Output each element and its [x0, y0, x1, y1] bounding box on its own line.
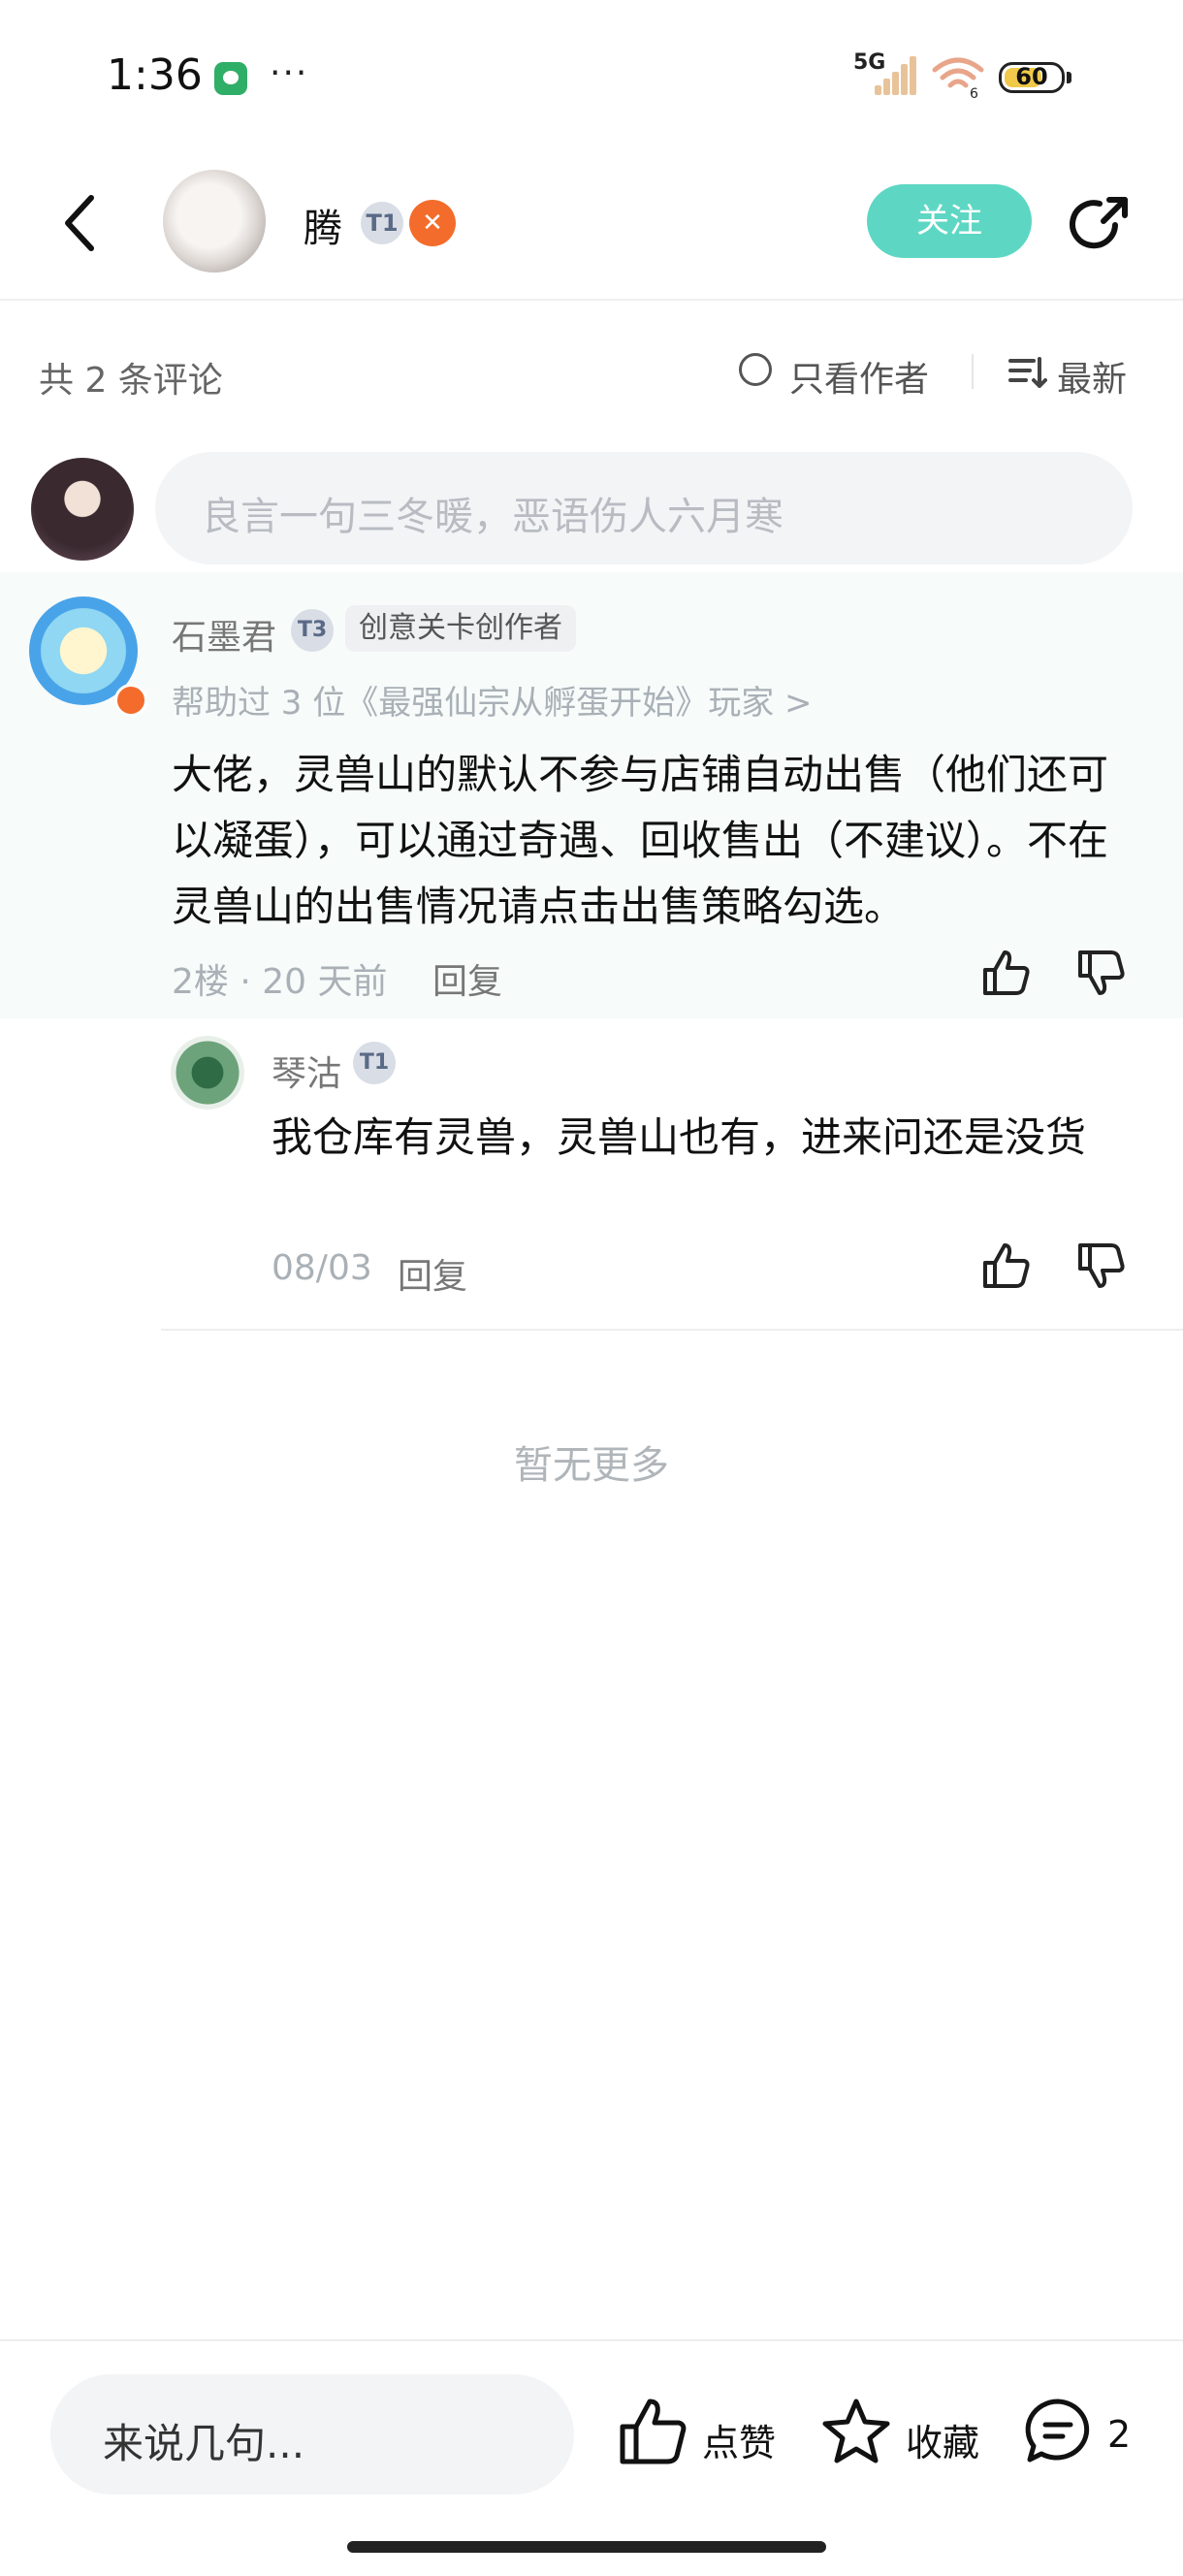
radio-icon [739, 353, 772, 386]
comment-count-label: 共 2 条评论 [39, 361, 223, 401]
author-avatar[interactable] [163, 170, 266, 273]
like-label: 点赞 [702, 2422, 777, 2464]
my-avatar [31, 458, 134, 561]
battery-tip [1067, 72, 1071, 83]
thumbs-up-icon [620, 2399, 687, 2464]
creator-tag: 创意关卡创作者 [345, 605, 576, 652]
comment-input[interactable]: 良言一句三冬暖，恶语伤人六月寒 [155, 452, 1133, 564]
wifi-icon: 6 [932, 57, 984, 99]
level-badge: T1 [353, 1042, 396, 1084]
reply-date: 08/03 [272, 1248, 372, 1288]
thumbs-down-icon[interactable] [1076, 949, 1127, 997]
game-badge-icon: ✕ [409, 200, 456, 246]
battery-level: 60 [1015, 63, 1048, 90]
author-name[interactable]: 腾 [304, 197, 342, 253]
signal-icon [875, 56, 917, 95]
reply-button[interactable]: 回复 [398, 1248, 467, 1299]
filter-divider [972, 354, 974, 389]
author-only-label: 只看作者 [789, 360, 930, 400]
replier-avatar[interactable] [171, 1036, 244, 1110]
thumbs-down-icon[interactable] [1076, 1241, 1127, 1290]
reply-text: 我仓库有灵兽，灵兽山也有，进来问还是没货 [272, 1113, 1087, 1161]
comment-icon [1025, 2399, 1090, 2463]
comment-count: 2 [1107, 2413, 1132, 2456]
bottom-divider [0, 2339, 1183, 2341]
more-notifications-indicator: ··· [270, 53, 309, 93]
replier-name[interactable]: 琴沽 [272, 1046, 341, 1096]
back-icon[interactable] [60, 194, 99, 252]
helped-players-link[interactable]: 帮助过 3 位《最强仙宗从孵蛋开始》玩家 > [172, 676, 813, 724]
home-indicator[interactable] [347, 2541, 826, 2553]
svg-text:6: 6 [970, 86, 978, 99]
battery-icon: 60 [999, 62, 1065, 93]
avatar-badge-icon [114, 684, 147, 717]
follow-button[interactable]: 关注 [867, 184, 1032, 258]
comment-input-placeholder: 良言一句三冬暖，恶语伤人六月寒 [202, 495, 783, 539]
star-icon [822, 2399, 890, 2463]
wechat-icon [214, 62, 247, 95]
comment-meta: 2楼 · 20 天前 [172, 962, 388, 1002]
bottom-comment-input[interactable]: 来说几句... [50, 2374, 574, 2495]
level-badge: T3 [291, 609, 334, 652]
level-badge: T1 [361, 202, 403, 244]
reply-divider [161, 1329, 1183, 1331]
sort-icon [1008, 357, 1047, 388]
header-divider [0, 299, 1183, 301]
commenter-name[interactable]: 石墨君 [172, 609, 276, 660]
thumbs-up-icon[interactable] [981, 949, 1032, 997]
status-time: 1:36 [107, 50, 203, 100]
sort-label: 最新 [1057, 360, 1128, 400]
share-icon[interactable] [1065, 190, 1135, 260]
bottom-input-placeholder: 来说几句... [103, 2420, 305, 2467]
thumbs-up-icon[interactable] [981, 1241, 1032, 1290]
comment-text: 大佬，灵兽山的默认不参与店铺自动出售（他们还可以凝蛋），可以通过奇遇、回收售出（… [172, 751, 1109, 930]
reply-button[interactable]: 回复 [432, 953, 502, 1004]
favorite-label: 收藏 [906, 2422, 980, 2464]
list-end-label: 暂无更多 [514, 1443, 669, 1488]
